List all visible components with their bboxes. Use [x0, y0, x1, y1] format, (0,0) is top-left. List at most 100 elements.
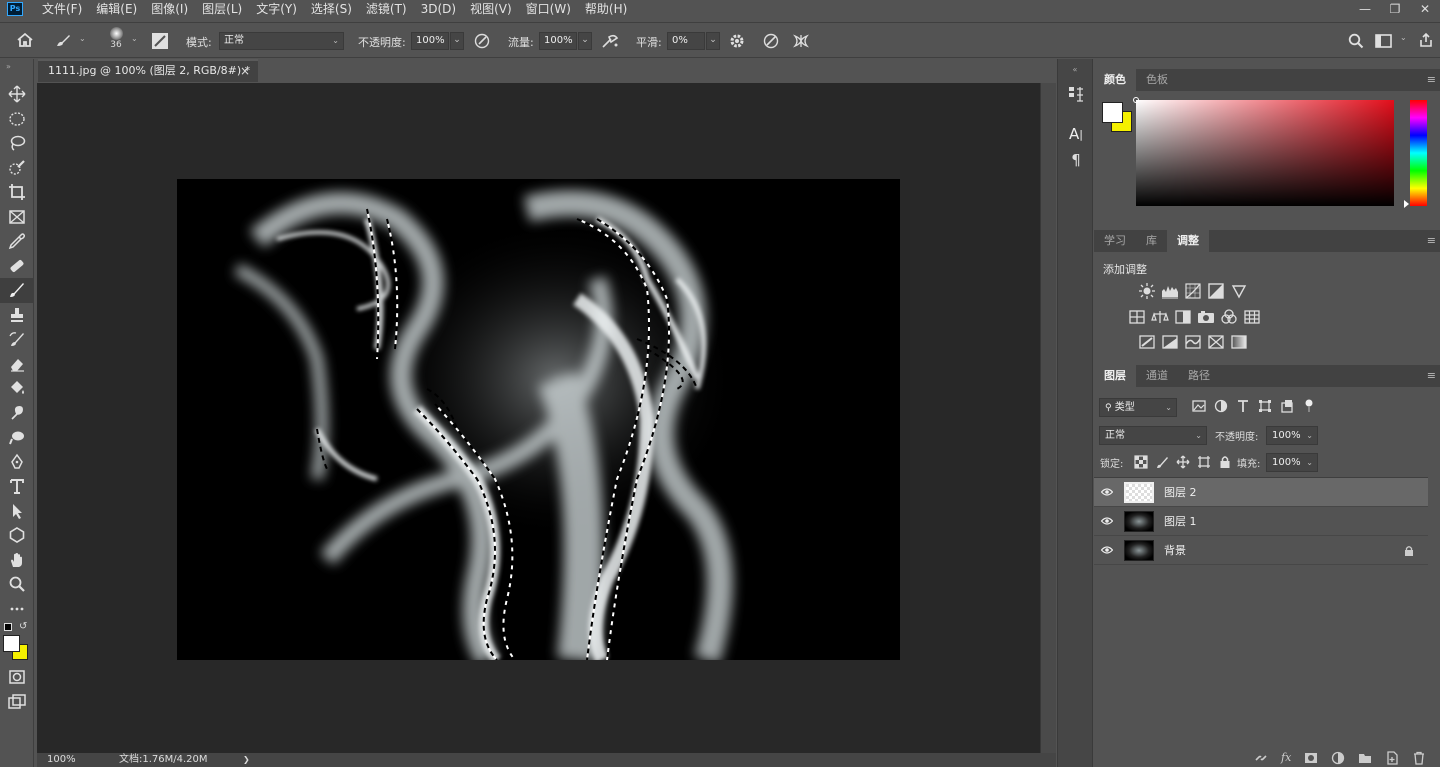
- brightness-contrast-icon[interactable]: [1138, 282, 1156, 300]
- threshold-icon[interactable]: [1184, 333, 1202, 351]
- layer-row[interactable]: 背景: [1094, 536, 1428, 565]
- clone-stamp-tool-icon[interactable]: [0, 303, 34, 328]
- levels-icon[interactable]: [1161, 282, 1179, 300]
- curves-icon[interactable]: [1184, 282, 1202, 300]
- smoothing-dropdown[interactable]: ⌄: [706, 32, 720, 50]
- eye-icon[interactable]: [1094, 517, 1120, 525]
- tab-channels[interactable]: 通道: [1136, 365, 1178, 387]
- flow-input[interactable]: 100%: [539, 32, 577, 50]
- new-group-icon[interactable]: [1358, 751, 1372, 765]
- healing-brush-tool-icon[interactable]: [0, 254, 34, 279]
- hand-tool-icon[interactable]: [0, 548, 34, 573]
- tab-learn[interactable]: 学习: [1094, 230, 1136, 252]
- layer-filter-select[interactable]: ⚲ 类型 ⌄: [1099, 398, 1177, 417]
- lock-all-icon[interactable]: [1218, 455, 1232, 469]
- foreground-color-swatch[interactable]: [1102, 102, 1123, 123]
- home-icon[interactable]: [16, 32, 34, 48]
- airbrush-icon[interactable]: [601, 32, 621, 50]
- layer-opacity-input[interactable]: 100% ⌄: [1266, 426, 1318, 445]
- tab-swatches[interactable]: 色板: [1136, 69, 1178, 91]
- character-panel-icon[interactable]: A |: [1058, 121, 1094, 147]
- smoothing-input[interactable]: 0%: [667, 32, 705, 50]
- adjustment-layer-filter-icon[interactable]: [1214, 399, 1228, 413]
- share-icon[interactable]: [1418, 32, 1434, 48]
- crop-tool-icon[interactable]: [0, 180, 34, 205]
- restore-icon[interactable]: ❐: [1380, 0, 1410, 18]
- pressure-opacity-icon[interactable]: [473, 32, 491, 50]
- marquee-tool-icon[interactable]: [0, 107, 34, 132]
- close-document-icon[interactable]: ×: [240, 61, 250, 81]
- lasso-tool-icon[interactable]: [0, 131, 34, 156]
- menu-window[interactable]: 窗口(W): [519, 0, 578, 18]
- eraser-tool-icon[interactable]: [0, 352, 34, 377]
- hue-saturation-icon[interactable]: [1128, 308, 1146, 326]
- dodge-tool-icon[interactable]: [0, 425, 34, 450]
- blend-mode-select[interactable]: 正常 ⌄: [1099, 426, 1207, 445]
- new-layer-icon[interactable]: [1385, 751, 1399, 765]
- eyedropper-tool-icon[interactable]: [0, 229, 34, 254]
- mode-select[interactable]: 正常 ⌄: [219, 32, 344, 50]
- menu-edit[interactable]: 编辑(E): [89, 0, 144, 18]
- tab-adjustments[interactable]: 调整: [1167, 230, 1209, 252]
- lock-artboard-icon[interactable]: [1197, 455, 1211, 469]
- brush-preset-icon[interactable]: [54, 32, 72, 48]
- link-layers-icon[interactable]: [1254, 751, 1268, 765]
- eye-icon[interactable]: [1094, 546, 1120, 554]
- brush-panel-icon[interactable]: [151, 32, 169, 50]
- type-layer-filter-icon[interactable]: [1236, 399, 1250, 413]
- pixel-layer-filter-icon[interactable]: [1192, 399, 1206, 413]
- path-selection-tool-icon[interactable]: [0, 499, 34, 524]
- quick-mask-icon[interactable]: [0, 665, 34, 690]
- opacity-dropdown[interactable]: ⌄: [450, 32, 464, 50]
- fill-input[interactable]: 100% ⌄: [1266, 453, 1318, 472]
- pen-tool-icon[interactable]: [0, 450, 34, 475]
- color-picker-field[interactable]: [1133, 97, 1394, 206]
- default-colors-icon[interactable]: [4, 623, 12, 631]
- paragraph-panel-icon[interactable]: ¶: [1058, 147, 1094, 173]
- history-panel-icon[interactable]: [1058, 81, 1094, 107]
- vibrance-icon[interactable]: [1230, 282, 1248, 300]
- color-lookup-icon[interactable]: [1243, 308, 1261, 326]
- screen-mode-icon[interactable]: [0, 690, 34, 715]
- hue-slider[interactable]: [1410, 100, 1427, 206]
- tab-paths[interactable]: 路径: [1178, 365, 1220, 387]
- minimize-icon[interactable]: —: [1350, 0, 1380, 18]
- panel-menu-icon[interactable]: ≡: [1427, 69, 1436, 91]
- history-brush-tool-icon[interactable]: [0, 327, 34, 352]
- frame-tool-icon[interactable]: [0, 205, 34, 230]
- smudge-tool-icon[interactable]: [0, 401, 34, 426]
- paint-bucket-tool-icon[interactable]: [0, 376, 34, 401]
- panel-menu-icon[interactable]: ≡: [1427, 365, 1436, 387]
- lock-position-icon[interactable]: [1176, 455, 1190, 469]
- type-tool-icon[interactable]: [0, 474, 34, 499]
- lock-transparent-pixels-icon[interactable]: [1134, 455, 1148, 469]
- tab-libraries[interactable]: 库: [1136, 230, 1167, 252]
- posterize-icon[interactable]: [1161, 333, 1179, 351]
- invert-icon[interactable]: [1138, 333, 1156, 351]
- eye-icon[interactable]: [1094, 488, 1120, 496]
- document-tab[interactable]: 1111.jpg @ 100% (图层 2, RGB/8#) * ×: [38, 59, 258, 82]
- opacity-input[interactable]: 100%: [411, 32, 449, 50]
- status-menu-arrow-icon[interactable]: ❯: [243, 753, 250, 767]
- chevron-down-icon[interactable]: ⌄: [79, 34, 86, 43]
- shape-layer-filter-icon[interactable]: [1258, 399, 1272, 413]
- menu-type[interactable]: 文字(Y): [249, 0, 304, 18]
- lock-image-pixels-icon[interactable]: [1155, 455, 1169, 469]
- panel-menu-icon[interactable]: ≡: [1427, 230, 1436, 252]
- selective-color-icon[interactable]: [1207, 333, 1225, 351]
- layer-style-icon[interactable]: fx: [1281, 751, 1291, 765]
- flow-dropdown[interactable]: ⌄: [578, 32, 592, 50]
- menu-image[interactable]: 图像(I): [144, 0, 195, 18]
- quick-selection-tool-icon[interactable]: [0, 156, 34, 181]
- layer-row[interactable]: 图层 1: [1094, 507, 1428, 536]
- new-adjustment-layer-icon[interactable]: [1331, 751, 1345, 765]
- close-window-icon[interactable]: ✕: [1410, 0, 1440, 18]
- collapse-dock-icon[interactable]: «: [1058, 59, 1092, 81]
- brush-tool-icon[interactable]: [0, 278, 34, 303]
- color-balance-icon[interactable]: [1151, 308, 1169, 326]
- filter-toggle-icon[interactable]: [1302, 399, 1316, 413]
- tab-layers[interactable]: 图层: [1094, 365, 1136, 387]
- exposure-icon[interactable]: [1207, 282, 1225, 300]
- black-white-icon[interactable]: [1174, 308, 1192, 326]
- zoom-tool-icon[interactable]: [0, 572, 34, 597]
